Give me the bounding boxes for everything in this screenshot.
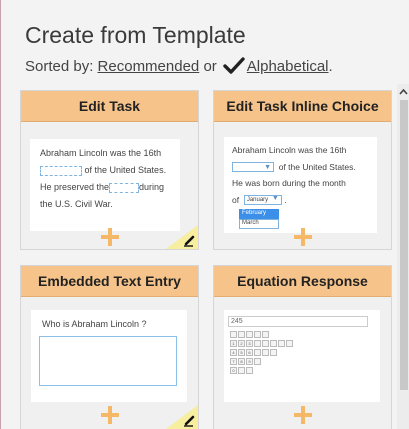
equation-keypad-row: 0 [230, 367, 253, 374]
text-entry-box [39, 336, 177, 386]
preview-text: of January ▼ . [232, 192, 377, 209]
template-preview: Who is Abraham Lincoln ? [31, 310, 187, 402]
month-dropdown: February March [239, 209, 279, 229]
template-card-equation-response[interactable]: Equation Response 245 123 456 789 0 [213, 265, 392, 429]
sort-recommended-link[interactable]: Recommended [98, 58, 200, 75]
add-plus-icon[interactable] [100, 228, 119, 246]
card-title: Edit Task [21, 91, 198, 122]
preview-text: . [284, 194, 287, 205]
edit-pencil-icon[interactable] [166, 405, 198, 429]
select-value: January [246, 197, 269, 204]
card-title: Edit Task Inline Choice [214, 91, 391, 122]
equation-keypad-row [230, 331, 269, 338]
vertical-scrollbar[interactable] [397, 84, 409, 429]
fill-blank [40, 165, 82, 176]
preview-text: of the United States. [278, 161, 356, 172]
template-dialog: Create from Template Sorted by: Recommen… [0, 0, 409, 429]
month-select: January ▼ [243, 195, 282, 206]
preview-text: Abraham Lincoln was the 16th [232, 145, 347, 155]
template-preview: Abraham Lincoln was the 16th ▼ of the Un… [224, 137, 377, 233]
page-title: Create from Template [25, 22, 246, 48]
equation-keypad-row: 789 [230, 358, 261, 365]
sort-alphabetical-link[interactable]: Alphabetical [247, 58, 329, 75]
template-grid: Edit Task Abraham Lincoln was the 16th o… [20, 90, 395, 429]
add-plus-icon[interactable] [100, 406, 119, 424]
edit-pencil-icon[interactable] [166, 225, 198, 249]
dropdown-option: February [239, 209, 279, 219]
preview-text: He preserved the [40, 182, 110, 193]
sort-suffix: . [328, 57, 333, 75]
template-card-embedded-text-entry[interactable]: Embedded Text Entry Who is Abraham Linco… [20, 265, 199, 429]
preview-text: of the United States. [40, 162, 180, 179]
preview-text: Who is Abraham Lincoln ? [42, 319, 147, 329]
sort-prefix: Sorted by: [25, 57, 94, 75]
template-preview: Abraham Lincoln was the 16th of the Unit… [30, 139, 180, 231]
card-title: Equation Response [214, 266, 391, 297]
sort-or-label: or [203, 57, 217, 75]
chevron-up-icon[interactable] [397, 86, 409, 98]
template-preview: 245 123 456 789 0 [224, 310, 380, 402]
equation-input: 245 [228, 316, 368, 327]
template-card-edit-task[interactable]: Edit Task Abraham Lincoln was the 16th o… [20, 90, 199, 250]
add-plus-icon[interactable] [293, 228, 312, 246]
scrollbar-thumb[interactable] [400, 100, 408, 390]
preview-text: of the United States. [84, 165, 167, 176]
preview-text: ▼ of the United States. [232, 159, 377, 176]
equation-keypad-row: 456 [230, 349, 277, 356]
inline-choice-select: ▼ [232, 162, 274, 173]
equation-keypad-row: 123 [230, 340, 293, 347]
sort-controls: Sorted by: Recommended or Alphabetical . [25, 57, 333, 75]
preview-text: He preserved the during [40, 179, 180, 196]
card-title: Embedded Text Entry [21, 266, 198, 297]
preview-text: of [232, 194, 240, 205]
template-card-edit-task-inline-choice[interactable]: Edit Task Inline Choice Abraham Lincoln … [213, 90, 392, 250]
preview-text: Abraham Lincoln was the 16th [40, 148, 162, 158]
dropdown-option: March [239, 218, 279, 229]
preview-text: during [139, 182, 165, 193]
preview-text: He was born during the month [232, 178, 346, 189]
check-icon [223, 57, 245, 74]
preview-text: the U.S. Civil War. [40, 199, 113, 210]
add-plus-icon[interactable] [293, 406, 312, 424]
fill-blank [109, 182, 140, 193]
